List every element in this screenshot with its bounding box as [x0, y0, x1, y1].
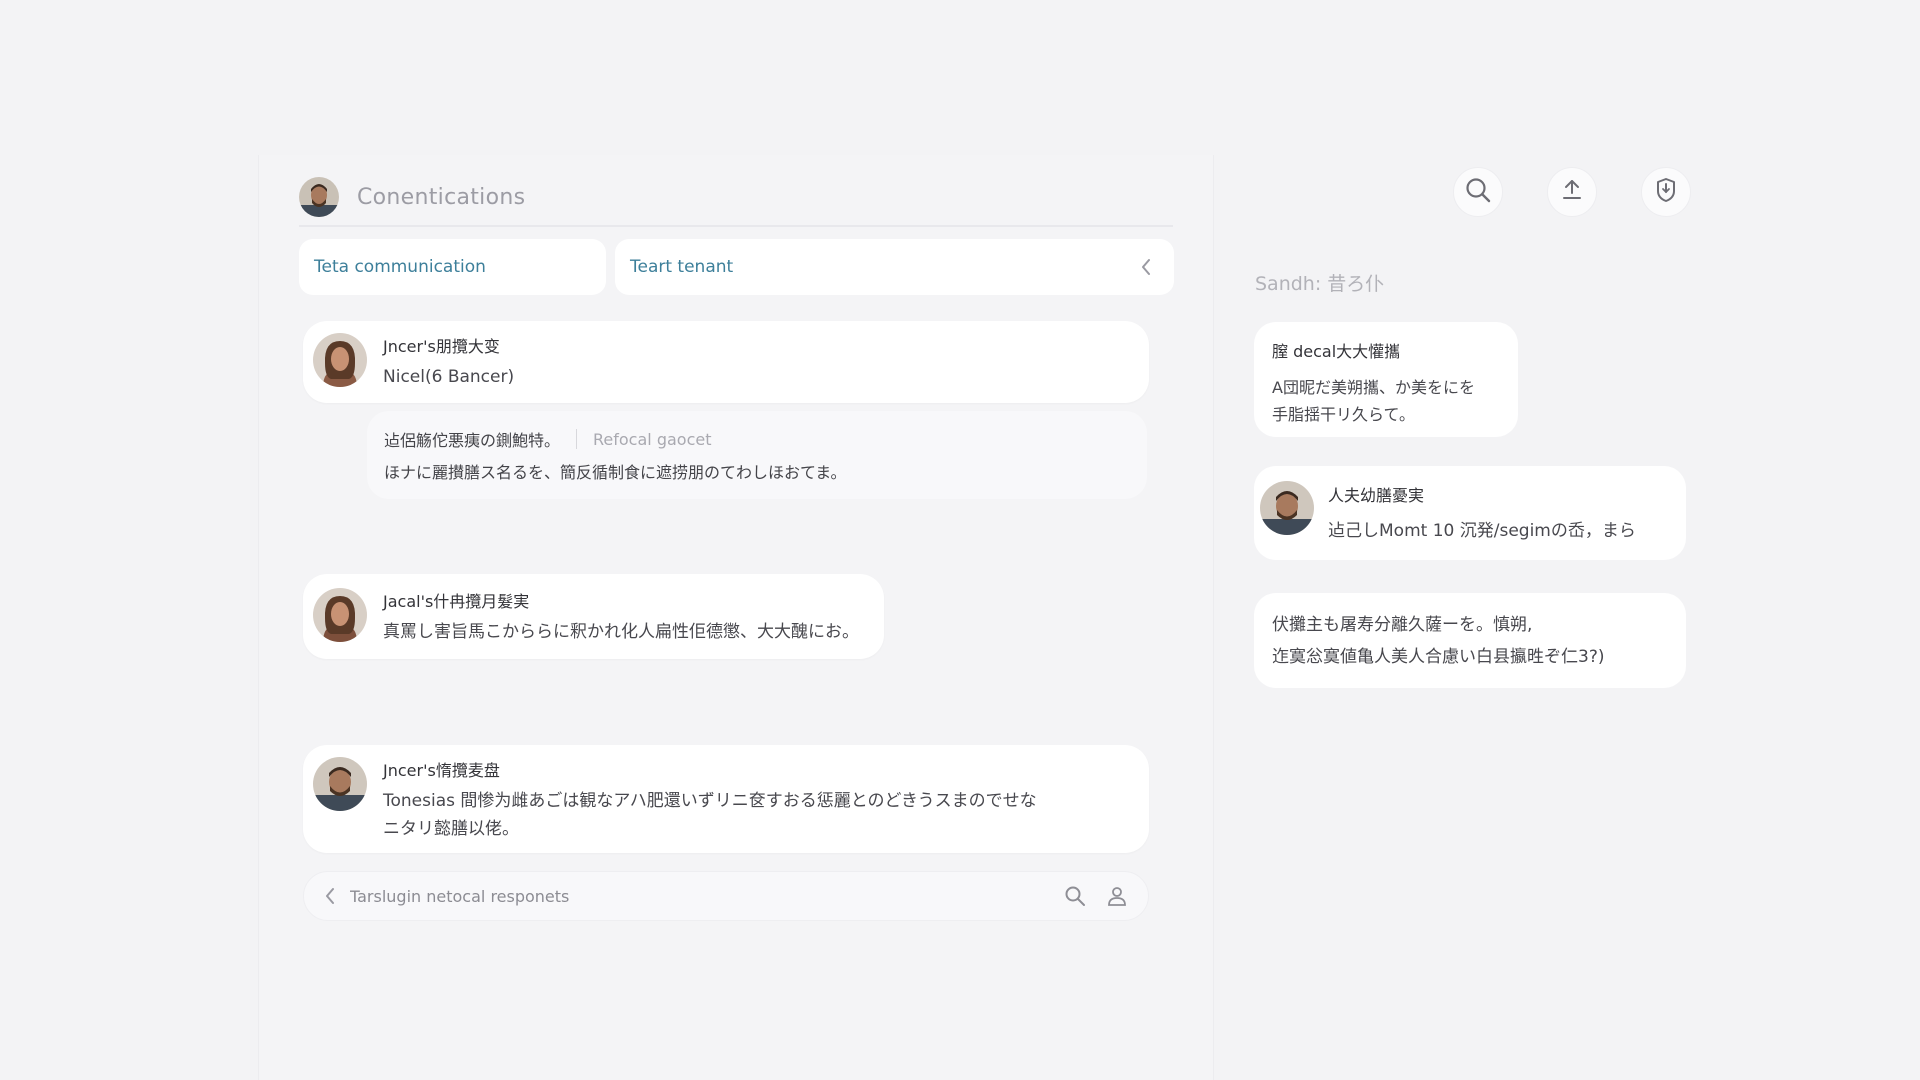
conversation-panel: Conentications Teta communication Teart …	[258, 155, 1214, 1080]
message-text: Nicel(6 Bancer)	[383, 367, 515, 387]
card-title: 膣 decal大大懽攜	[1272, 342, 1401, 361]
app-header: Conentications	[299, 169, 1173, 227]
tab-label: Teart tenant	[630, 257, 734, 277]
composer	[303, 871, 1149, 921]
info-card[interactable]: 膣 decal大大懽攜 A団昵だ美朔攜、か美をにを 手脂揺干リ久らて。	[1254, 322, 1518, 437]
reply-header: 迠侶觞佗悪痍の鍘鮑特。 Refocal gaocet	[384, 427, 1130, 451]
avatar	[313, 333, 367, 387]
message-body: Jncer's朋攬大变 Nicel(6 Bancer)	[383, 333, 1129, 391]
user-icon[interactable]	[1104, 883, 1130, 909]
sender-name: Jacal's什冉攬月髮実	[383, 592, 530, 611]
search-label: Sandh: 昔ろ仆	[1255, 273, 1385, 295]
message-text-line-2: ニタリ懿膳以佬。	[383, 819, 519, 839]
app-title: Conentications	[357, 184, 526, 210]
card-text-line-2: 迮寞忩寞値亀人美人合慮い白县攍甠ぞ仁3?)	[1272, 647, 1605, 667]
avatar	[313, 588, 367, 642]
search-icon[interactable]	[1062, 883, 1088, 909]
message-body: Jacal's什冉攬月髮実 真罵し害旨馬こかららに釈かれ化人扁性佢德懲、大大醜に…	[383, 588, 864, 646]
message-card[interactable]: Jacal's什冉攬月髮実 真罵し害旨馬こかららに釈かれ化人扁性佢德懲、大大醜に…	[303, 574, 884, 659]
sender-name: Jncer's朋攬大变	[383, 337, 500, 356]
chevron-left-icon[interactable]	[1136, 257, 1156, 277]
contact-card[interactable]: 人夫幼膳憂実 迠己しMomt 10 沉発/segimの岙，まら	[1254, 466, 1686, 560]
message-card[interactable]: Jncer's惰攬麦盘 Tonesias 間惨为雌あごは観なアハ肥還いずリニ奁す…	[303, 745, 1149, 853]
search-icon	[1464, 176, 1492, 208]
shield-icon	[1653, 177, 1679, 207]
reply-text: 迠侶觞佗悪痍の鍘鮑特。	[384, 431, 561, 450]
shield-button[interactable]	[1641, 167, 1691, 217]
message-text-line-1: Tonesias 間惨为雌あごは観なアハ肥還いずリニ奁すおる惩麗とのどきうスまの…	[383, 791, 1037, 811]
search-button[interactable]	[1453, 167, 1503, 217]
avatar	[313, 757, 367, 811]
tab-teta-communication[interactable]: Teta communication	[299, 239, 606, 295]
message-input[interactable]	[348, 885, 1046, 907]
tab-label: Teta communication	[314, 257, 486, 277]
message-text: 真罵し害旨馬こかららに釈かれ化人扁性佢德懲、大大醜にお。	[383, 622, 859, 642]
tab-teart-tenant[interactable]: Teart tenant	[615, 239, 1174, 295]
upload-button[interactable]	[1547, 167, 1597, 217]
chevron-left-icon[interactable]	[320, 886, 340, 906]
message-card[interactable]: Jncer's朋攬大变 Nicel(6 Bancer)	[303, 321, 1149, 403]
page: Conentications Teta communication Teart …	[0, 0, 1920, 1080]
note-card[interactable]: 伏攤主も屠寿分離久薩ーを。慎朔, 迮寞忩寞値亀人美人合慮い白县攍甠ぞ仁3?)	[1254, 593, 1686, 688]
card-text-line-2: 手脂揺干リ久らて。	[1272, 405, 1416, 424]
avatar	[1260, 481, 1314, 535]
divider	[576, 429, 578, 449]
card-text-line-1: 伏攤主も屠寿分離久薩ーを。慎朔,	[1272, 615, 1533, 635]
card-body: 人夫幼膳憂実 迠己しMomt 10 沉発/segimの岙，まら	[1328, 482, 1672, 541]
card-title: 人夫幼膳憂実	[1328, 486, 1425, 505]
reply-body: ほナに麗攅膳ス名るを、簡反循制食に遮捞朋のてわしほおてま。	[384, 463, 847, 482]
sender-name: Jncer's惰攬麦盘	[383, 761, 500, 780]
card-text-line-1: A団昵だ美朔攜、か美をにを	[1272, 378, 1475, 397]
details-panel: Sandh: 昔ろ仆 膣 decal大大懽攜 A団昵だ美朔攜、か美をにを 手脂揺…	[1213, 155, 1920, 1080]
user-avatar[interactable]	[299, 177, 339, 217]
upload-icon	[1559, 177, 1585, 207]
card-text: 迠己しMomt 10 沉発/segimの岙，まら	[1328, 521, 1636, 541]
reply-card[interactable]: 迠侶觞佗悪痍の鍘鮑特。 Refocal gaocet ほナに麗攅膳ス名るを、簡反…	[367, 411, 1147, 499]
message-body: Jncer's惰攬麦盘 Tonesias 間惨为雌あごは観なアハ肥還いずリニ奁す…	[383, 757, 1129, 843]
reply-hint: Refocal gaocet	[593, 429, 712, 449]
